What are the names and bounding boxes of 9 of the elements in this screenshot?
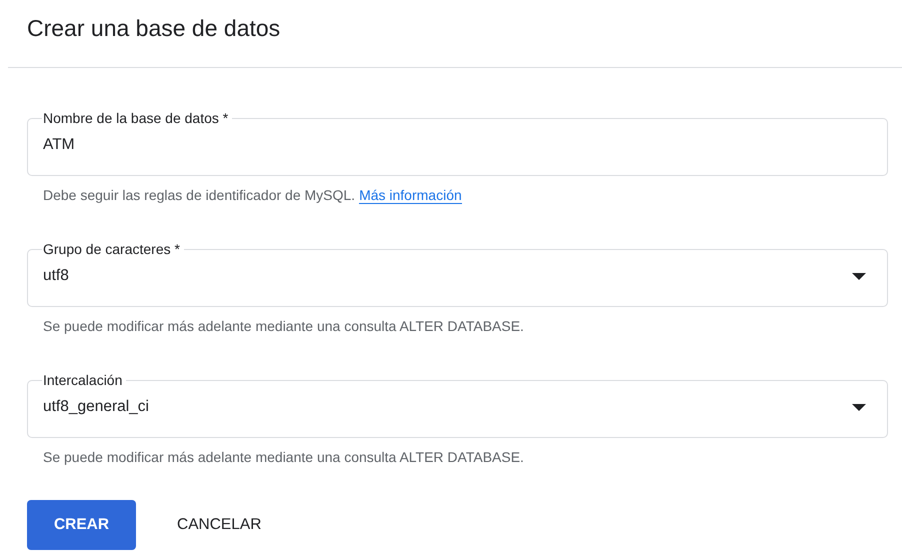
helper-text: Debe seguir las reglas de identificador de MySQL. [43,187,356,203]
create-button[interactable]: CREAR [27,500,136,550]
helper-text: Se puede modificar más adelante mediante una consulta ALTER DATABASE. [43,449,524,465]
cancel-button[interactable]: CANCELAR [152,500,286,550]
more-info-link[interactable]: Más información [359,187,462,204]
caret-icon [852,404,866,410]
helper-text: Se puede modificar más adelante mediante una consulta ALTER DATABASE. [43,318,524,334]
page-title: Crear una base de datos [26,14,280,43]
caret-icon [852,272,866,280]
